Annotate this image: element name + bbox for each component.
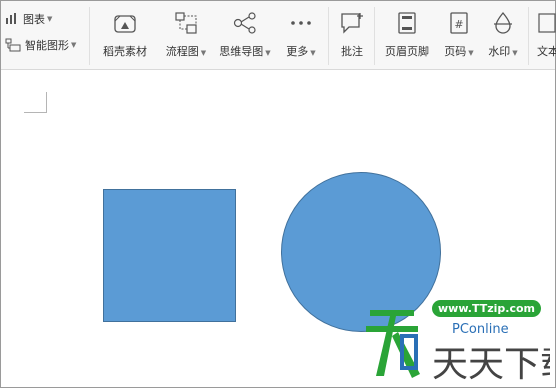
smartart-label: 智能图形 bbox=[25, 39, 69, 52]
chevron-down-icon: ▼ bbox=[200, 49, 207, 57]
chart-label: 图表 bbox=[23, 13, 45, 26]
chevron-down-icon: ▼ bbox=[310, 49, 316, 57]
svg-text:#: # bbox=[454, 18, 463, 31]
comment-label: 批注 bbox=[341, 45, 363, 58]
watermark-button[interactable]: 水印 ▼ bbox=[483, 9, 523, 59]
chevron-down-icon: ▼ bbox=[71, 41, 77, 49]
insert-ribbon-toolbar: 图表 ▼ 智能图形 ▼ 稻壳素材 流程图 ▼ 思维导图 ▼ 更多 ▼ 批注 页眉… bbox=[1, 1, 556, 70]
watermark-pconline: PConline bbox=[452, 322, 509, 337]
textbox-icon bbox=[538, 13, 556, 33]
divider bbox=[528, 7, 529, 65]
comment-icon bbox=[341, 13, 363, 34]
flowchart-button[interactable]: 流程图 ▼ bbox=[161, 9, 211, 59]
mindmap-icon bbox=[233, 12, 256, 34]
page-number-icon: # bbox=[450, 12, 468, 34]
divider bbox=[374, 7, 375, 65]
smartart-button[interactable]: 智能图形 ▼ bbox=[5, 37, 76, 53]
more-button[interactable]: 更多 ▼ bbox=[281, 9, 321, 59]
header-footer-icon bbox=[398, 12, 416, 34]
page-margin-corner-mark bbox=[24, 92, 47, 113]
materials-button[interactable]: 稻壳素材 bbox=[98, 9, 152, 59]
page-number-label: 页码 bbox=[444, 45, 467, 58]
header-footer-button[interactable]: 页眉页脚 bbox=[379, 9, 435, 59]
divider bbox=[89, 7, 90, 65]
chart-button[interactable]: 图表 ▼ bbox=[5, 11, 52, 27]
comment-button[interactable]: 批注 bbox=[335, 9, 369, 59]
chevron-down-icon: ▼ bbox=[512, 49, 518, 57]
mindmap-button[interactable]: 思维导图 ▼ bbox=[217, 9, 273, 59]
chevron-down-icon: ▼ bbox=[265, 49, 271, 57]
materials-icon bbox=[114, 15, 136, 33]
header-footer-label: 页眉页脚 bbox=[385, 45, 429, 58]
chevron-down-icon: ▼ bbox=[468, 49, 474, 57]
mindmap-label: 思维导图 bbox=[219, 45, 264, 58]
page-number-button[interactable]: # 页码 ▼ bbox=[439, 9, 479, 59]
smartart-icon bbox=[5, 38, 21, 52]
more-label: 更多 bbox=[286, 45, 309, 58]
flowchart-icon bbox=[175, 12, 197, 34]
textbox-button[interactable]: 文本 bbox=[537, 9, 556, 59]
watermark-url: www.TTzip.com bbox=[432, 300, 541, 317]
watermark-icon bbox=[494, 11, 512, 34]
watermark-label: 水印 bbox=[488, 45, 511, 58]
divider bbox=[328, 7, 329, 65]
watermark-title: 天天下载 bbox=[432, 344, 550, 382]
rectangle-shape[interactable] bbox=[103, 189, 236, 322]
materials-label: 稻壳素材 bbox=[103, 45, 147, 58]
more-icon bbox=[291, 21, 311, 25]
chevron-down-icon: ▼ bbox=[47, 15, 53, 23]
chart-icon bbox=[6, 13, 16, 24]
textbox-label: 文本 bbox=[537, 45, 556, 58]
flowchart-label: 流程图 bbox=[165, 45, 199, 58]
